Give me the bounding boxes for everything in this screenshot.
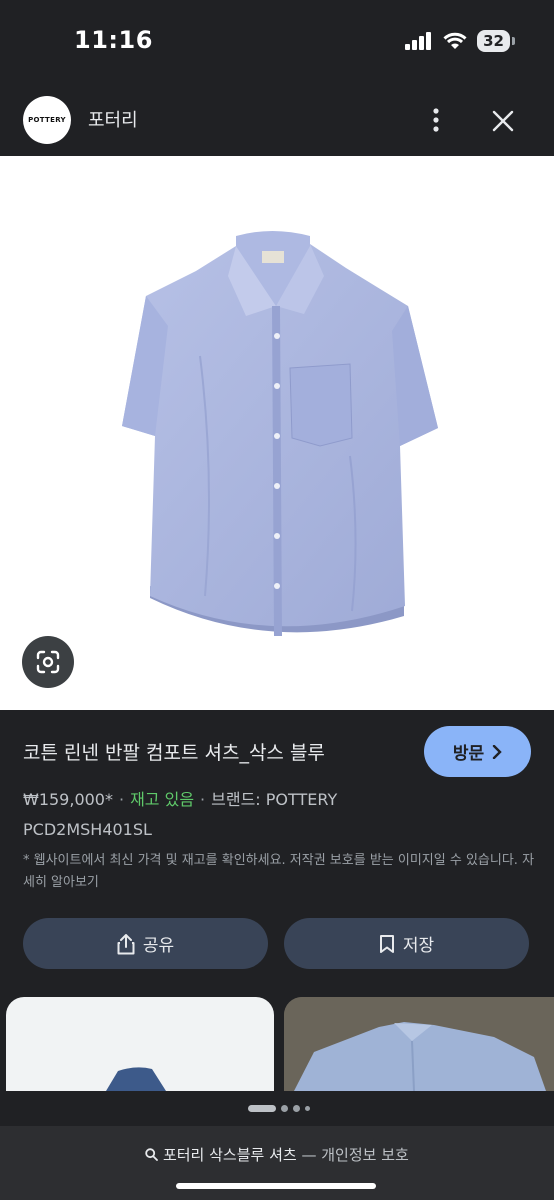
- product-sku: PCD2MSH401SL: [23, 820, 152, 839]
- visit-label: 방문: [452, 744, 485, 764]
- carousel-dot[interactable]: [293, 1104, 300, 1112]
- battery-icon: 32: [477, 30, 515, 52]
- signal-icon: [405, 32, 432, 50]
- brand: 브랜드: POTTERY: [211, 790, 338, 809]
- privacy-link[interactable]: 개인정보 보호: [321, 1146, 409, 1164]
- more-vert-icon: [433, 108, 439, 132]
- carousel-dot[interactable]: [281, 1104, 288, 1112]
- carousel-dot-active[interactable]: [248, 1104, 276, 1112]
- product-title[interactable]: 코튼 린넨 반팔 컴포트 셔츠_삭스 블루: [23, 738, 325, 765]
- google-lens-button[interactable]: [22, 636, 74, 688]
- price: ₩159,000*: [23, 790, 113, 809]
- search-query-line[interactable]: 포터리 삭스블루 셔츠 — 개인정보 보호: [0, 1144, 554, 1165]
- save-label: 저장: [402, 936, 435, 956]
- separator-dot: ·: [200, 790, 206, 809]
- search-query: 포터리 삭스블루 셔츠: [162, 1146, 297, 1164]
- save-button[interactable]: 저장: [284, 918, 529, 969]
- chevron-right-icon: [492, 744, 502, 759]
- bookmark-icon: [379, 934, 394, 953]
- home-indicator[interactable]: [176, 1183, 376, 1189]
- carousel-dot[interactable]: [305, 1105, 310, 1111]
- share-button[interactable]: 공유: [23, 918, 268, 969]
- status-bar: 11:16 32: [0, 0, 554, 84]
- carousel-dots: [0, 1102, 554, 1114]
- status-time: 11:16: [74, 26, 153, 54]
- visit-button[interactable]: 방문: [424, 726, 531, 777]
- share-icon: [117, 933, 135, 954]
- stock-status: 재고 있음: [130, 790, 195, 809]
- bottom-bar: 포터리 삭스블루 셔츠 — 개인정보 보호: [0, 1126, 554, 1200]
- more-options-button[interactable]: [422, 104, 450, 136]
- related-image-2-picture: [284, 997, 554, 1091]
- disclaimer-note: * 웹사이트에서 최신 가격 및 재고를 확인하세요. 저작권 보호를 받는 이…: [23, 850, 535, 894]
- related-image-1-picture: [106, 1067, 166, 1091]
- related-image-2[interactable]: [284, 997, 554, 1091]
- share-label: 공유: [142, 936, 175, 956]
- price-stock-line: ₩159,000* · 재고 있음 · 브랜드: POTTERY: [23, 786, 337, 810]
- logo-text: POTTERY: [28, 116, 66, 124]
- related-image-1[interactable]: [6, 997, 274, 1091]
- close-icon: [492, 110, 514, 132]
- lens-icon: [36, 650, 60, 674]
- header: POTTERY 포터리: [0, 84, 554, 156]
- product-info-panel: 코튼 린넨 반팔 컴포트 셔츠_삭스 블루 방문 ₩159,000* · 재고 있음…: [0, 710, 554, 1130]
- status-icons: 32: [405, 28, 515, 54]
- shirt-image: [122, 231, 438, 636]
- product-image[interactable]: [0, 156, 554, 710]
- search-icon: [145, 1148, 159, 1161]
- query-separator: —: [301, 1146, 317, 1164]
- wifi-icon: [443, 32, 467, 49]
- separator-dot: ·: [118, 790, 125, 809]
- disclaimer-text: * 웹사이트에서 최신 가격 및 재고를 확인하세요. 저작권 보호를 받는 이…: [23, 853, 518, 868]
- site-logo[interactable]: POTTERY: [23, 96, 71, 144]
- close-button[interactable]: [486, 104, 520, 138]
- site-name[interactable]: 포터리: [88, 106, 138, 132]
